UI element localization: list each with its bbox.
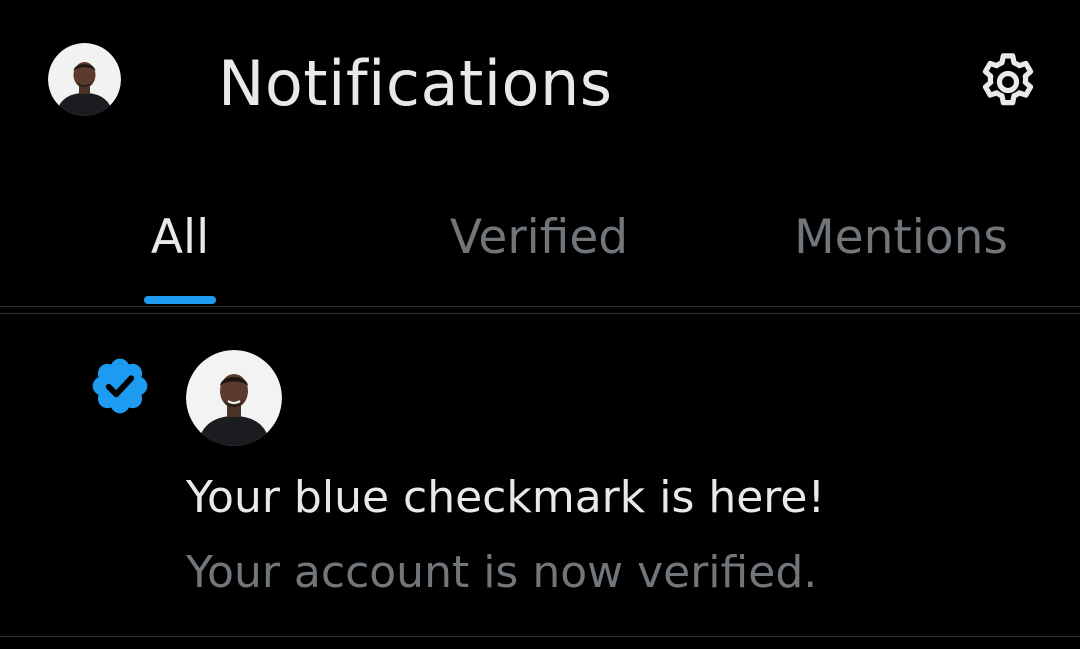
notification-avatar[interactable]	[186, 350, 282, 446]
avatar-image	[186, 350, 282, 446]
active-tab-indicator	[144, 296, 216, 304]
tab-all-label: All	[150, 210, 210, 265]
settings-button[interactable]	[970, 44, 1046, 120]
page-title: Notifications	[218, 47, 613, 120]
tab-mentions-label: Mentions	[794, 210, 1008, 265]
tab-mentions[interactable]: Mentions	[788, 200, 1014, 306]
verified-badge-icon	[88, 354, 152, 418]
tab-all[interactable]: All	[142, 200, 218, 306]
item-divider	[0, 636, 1080, 637]
profile-avatar[interactable]	[48, 43, 121, 116]
notification-subtitle: Your account is now verified.	[186, 547, 818, 598]
notification-title: Your blue checkmark is here!	[186, 472, 826, 523]
notification-item[interactable]: Your blue checkmark is here! Your accoun…	[0, 314, 1080, 636]
notification-tabs: All Verified Mentions	[0, 170, 1080, 306]
gear-icon	[982, 53, 1034, 106]
tab-verified-label: Verified	[449, 210, 629, 265]
tabs-divider	[0, 306, 1080, 307]
tab-verified[interactable]: Verified	[442, 200, 636, 306]
top-bar: Notifications	[0, 0, 1080, 170]
avatar-image	[48, 43, 121, 116]
